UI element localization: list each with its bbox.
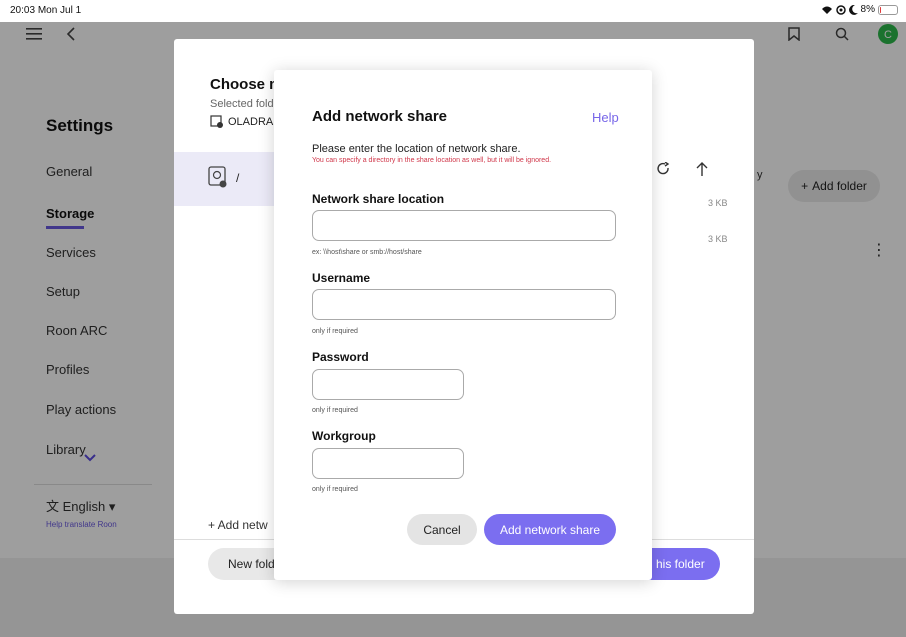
status-bar: 20:03 Mon Jul 1 8% — [0, 0, 906, 22]
battery-icon — [878, 4, 898, 15]
wifi-icon — [821, 6, 832, 14]
network-drive-icon — [210, 115, 223, 128]
add-network-share-button[interactable]: Add network share — [484, 514, 616, 545]
selected-folder-row[interactable]: / — [174, 152, 274, 206]
moon-icon — [848, 4, 858, 15]
location-hint: ex: \\host\share or smb://host/share — [312, 249, 422, 256]
status-right: 8% — [821, 4, 898, 15]
disk-icon — [208, 166, 227, 188]
workgroup-label: Workgroup — [312, 429, 376, 443]
folder-path: / — [236, 171, 240, 185]
username-input[interactable] — [312, 289, 616, 320]
password-label: Password — [312, 350, 369, 364]
drive-label: OLADRA — [210, 115, 273, 129]
refresh-icon[interactable] — [656, 162, 670, 176]
file-size: 3 KB — [708, 198, 728, 208]
help-link[interactable]: Help — [592, 110, 619, 125]
dialog-prompt: Please enter the location of network sha… — [312, 143, 521, 155]
drive-name: OLADRA — [228, 116, 274, 128]
username-label: Username — [312, 271, 371, 285]
workgroup-hint: only if required — [312, 486, 358, 493]
dialog-warning: You can specify a directory in the share… — [312, 157, 552, 164]
add-network-share-link[interactable]: + Add netw — [208, 518, 268, 532]
password-hint: only if required — [312, 407, 358, 414]
lock-rotation-icon — [835, 4, 846, 15]
battery-fill — [880, 6, 882, 13]
location-label: Network share location — [312, 192, 445, 206]
username-hint: only if required — [312, 328, 358, 335]
password-input[interactable] — [312, 369, 464, 400]
up-arrow-icon[interactable] — [696, 161, 708, 177]
battery-percent: 8% — [860, 4, 875, 15]
dialog-title: Add network share — [312, 108, 448, 125]
file-size: 3 KB — [708, 234, 728, 244]
workgroup-input[interactable] — [312, 448, 464, 479]
location-input[interactable] — [312, 210, 616, 241]
add-network-share-dialog: Add network share Help Please enter the … — [274, 70, 652, 580]
cancel-button[interactable]: Cancel — [407, 514, 477, 545]
selected-folder-label: Selected fold — [210, 98, 274, 110]
status-time: 20:03 Mon Jul 1 — [10, 5, 82, 16]
